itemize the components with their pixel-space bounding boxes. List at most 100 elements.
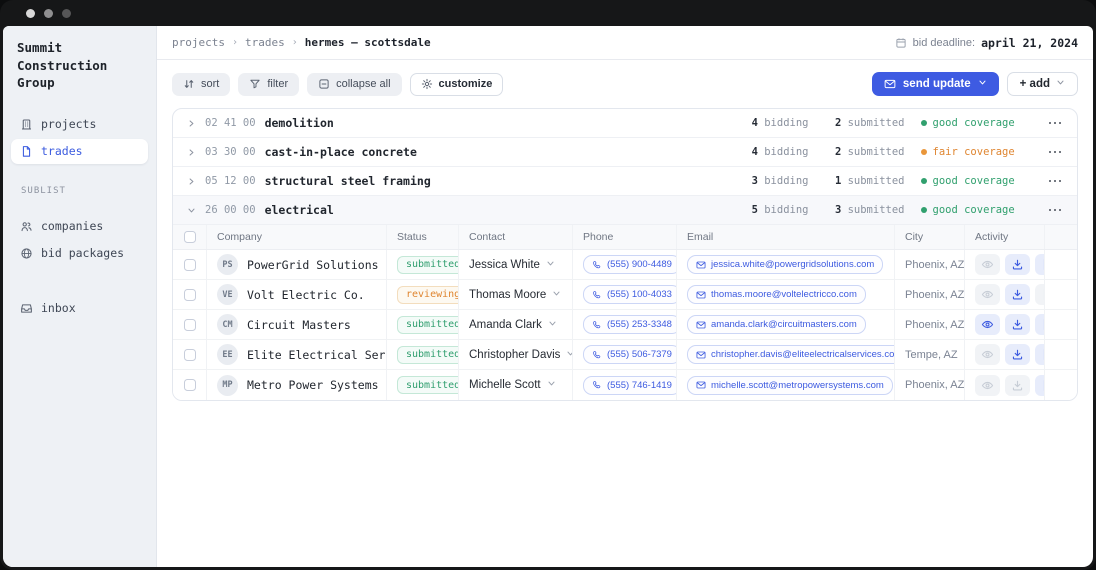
- trades-card: 02 41 00 demolition 4 bidding 2 submitte…: [172, 108, 1078, 401]
- email-link[interactable]: amanda.clark@circuitmasters.com: [687, 315, 866, 334]
- trade-group-concrete[interactable]: 03 30 00 cast-in-place concrete 4 biddin…: [173, 138, 1077, 167]
- table-row: EE Elite Electrical Services submitted Ch…: [173, 340, 1077, 370]
- contact-dropdown[interactable]: Christopher Davis: [469, 349, 572, 361]
- customize-button-label: customize: [438, 78, 493, 90]
- row-checkbox[interactable]: [183, 348, 196, 361]
- email-link[interactable]: christopher.davis@eliteelectricalservice…: [687, 345, 894, 364]
- download-button[interactable]: [1005, 314, 1030, 335]
- trade-code: 26 00 00: [205, 204, 256, 216]
- filter-button[interactable]: filter: [238, 72, 300, 96]
- column-header-city[interactable]: City: [895, 225, 965, 249]
- coverage-badge: good coverage: [920, 175, 1029, 187]
- window-control-dot[interactable]: [26, 8, 35, 18]
- trade-group-steel[interactable]: 05 12 00 structural steel framing 3 bidd…: [173, 167, 1077, 196]
- select-all-checkbox[interactable]: [183, 231, 196, 243]
- breadcrumb-current-project: hermes — scottsdale: [304, 36, 431, 49]
- company-name[interactable]: PowerGrid Solutions: [247, 258, 379, 272]
- sidebar-item-projects[interactable]: projects: [11, 112, 148, 137]
- customize-button[interactable]: customize: [409, 72, 504, 96]
- sidebar-item-trades[interactable]: trades: [11, 138, 148, 164]
- window-control-dot[interactable]: [44, 8, 53, 18]
- phone-link[interactable]: (555) 100-4033: [583, 285, 676, 304]
- row-checkbox[interactable]: [183, 318, 196, 331]
- chevron-down-icon[interactable]: [187, 206, 196, 215]
- breadcrumb-projects[interactable]: projects: [172, 36, 225, 49]
- document-button[interactable]: [1035, 314, 1044, 335]
- status-badge: submitted: [397, 345, 458, 364]
- document-button[interactable]: [1035, 374, 1044, 396]
- view-button[interactable]: [975, 284, 1000, 305]
- contact-dropdown[interactable]: Michelle Scott: [469, 379, 556, 391]
- company-name[interactable]: Circuit Masters: [247, 318, 351, 332]
- send-update-button[interactable]: send update: [871, 72, 999, 96]
- row-checkbox[interactable]: [183, 379, 196, 391]
- main-content: projects › trades › hermes — scottsdale …: [157, 26, 1093, 567]
- row-menu-button[interactable]: [1047, 205, 1064, 216]
- email-link[interactable]: michelle.scott@metropowersystems.com: [687, 375, 893, 395]
- table-row: MP Metro Power Systems submitted Michelle…: [173, 370, 1077, 400]
- breadcrumb: projects › trades › hermes — scottsdale: [172, 36, 431, 49]
- company-name[interactable]: Volt Electric Co.: [247, 288, 365, 302]
- collapse-all-button[interactable]: collapse all: [307, 72, 402, 96]
- view-button[interactable]: [975, 374, 1000, 396]
- row-checkbox[interactable]: [183, 258, 196, 271]
- chevron-right-icon[interactable]: [187, 148, 196, 157]
- add-button[interactable]: + add: [1006, 72, 1078, 96]
- email-link[interactable]: jessica.white@powergridsolutions.com: [687, 255, 884, 274]
- phone-link[interactable]: (555) 746-1419: [583, 375, 676, 395]
- company-name[interactable]: Elite Electrical Services: [247, 348, 386, 362]
- view-button[interactable]: [975, 254, 1000, 275]
- column-header-company[interactable]: Company: [207, 225, 387, 249]
- document-button[interactable]: [1035, 344, 1044, 365]
- status-dot: [920, 178, 927, 184]
- document-button[interactable]: [1035, 284, 1044, 305]
- column-header-email[interactable]: Email: [677, 225, 895, 249]
- window-control-dot[interactable]: [62, 8, 71, 18]
- sidebar-item-companies[interactable]: companies: [11, 214, 148, 239]
- download-button[interactable]: [1005, 284, 1030, 305]
- deadline-value: april 21, 2024: [981, 35, 1078, 50]
- row-menu-button[interactable]: [1047, 118, 1064, 129]
- phone-link[interactable]: (555) 506-7379: [583, 345, 676, 364]
- sublist-section-label: SUBLIST: [21, 185, 66, 196]
- sidebar-item-inbox[interactable]: inbox: [11, 296, 148, 321]
- download-button[interactable]: [1005, 254, 1030, 275]
- phone-icon: [593, 350, 601, 358]
- file-icon: [22, 145, 31, 157]
- column-header-phone[interactable]: Phone: [573, 225, 677, 249]
- contact-dropdown[interactable]: Jessica White: [469, 259, 555, 271]
- contact-dropdown[interactable]: Amanda Clark: [469, 319, 557, 331]
- collapse-icon: [319, 79, 329, 89]
- chevron-right-icon[interactable]: [187, 177, 196, 186]
- column-header-activity[interactable]: Activity: [965, 225, 1045, 249]
- phone-icon: [593, 381, 601, 389]
- column-header-contact[interactable]: Contact: [459, 225, 573, 249]
- phone-link[interactable]: (555) 253-3348: [583, 315, 676, 334]
- document-button[interactable]: [1035, 254, 1044, 275]
- row-checkbox[interactable]: [183, 288, 196, 301]
- sort-button[interactable]: sort: [172, 72, 231, 96]
- submitted-count: 2 submitted: [834, 146, 905, 158]
- coverage-badge: good coverage: [920, 117, 1029, 129]
- sidebar-item-bid-packages[interactable]: bid packages: [11, 241, 148, 266]
- download-button[interactable]: [1005, 374, 1030, 396]
- view-button[interactable]: [975, 344, 1000, 365]
- chevron-right-icon[interactable]: [187, 119, 196, 128]
- download-button[interactable]: [1005, 344, 1030, 365]
- row-menu-button[interactable]: [1047, 176, 1064, 187]
- company-name[interactable]: Metro Power Systems: [247, 378, 379, 392]
- row-menu-button[interactable]: [1047, 147, 1064, 158]
- email-link[interactable]: thomas.moore@voltelectricco.com: [687, 285, 866, 304]
- view-button[interactable]: [975, 314, 1000, 335]
- contact-dropdown[interactable]: Thomas Moore: [469, 289, 561, 301]
- trade-group-demolition[interactable]: 02 41 00 demolition 4 bidding 2 submitte…: [173, 109, 1077, 138]
- breadcrumb-trades[interactable]: trades: [245, 36, 285, 49]
- sidebar-item-label: companies: [41, 219, 104, 233]
- envelope-icon: [696, 291, 706, 298]
- trade-name: structural steel framing: [264, 174, 431, 188]
- column-header-status[interactable]: Status: [387, 225, 459, 249]
- trade-group-electrical[interactable]: 26 00 00 electrical 5 bidding 3 submitte…: [173, 196, 1077, 225]
- city-value: Phoenix, AZ: [905, 379, 965, 391]
- phone-link[interactable]: (555) 900-4489: [583, 255, 676, 274]
- org-name: Summit Construction Group: [17, 40, 108, 90]
